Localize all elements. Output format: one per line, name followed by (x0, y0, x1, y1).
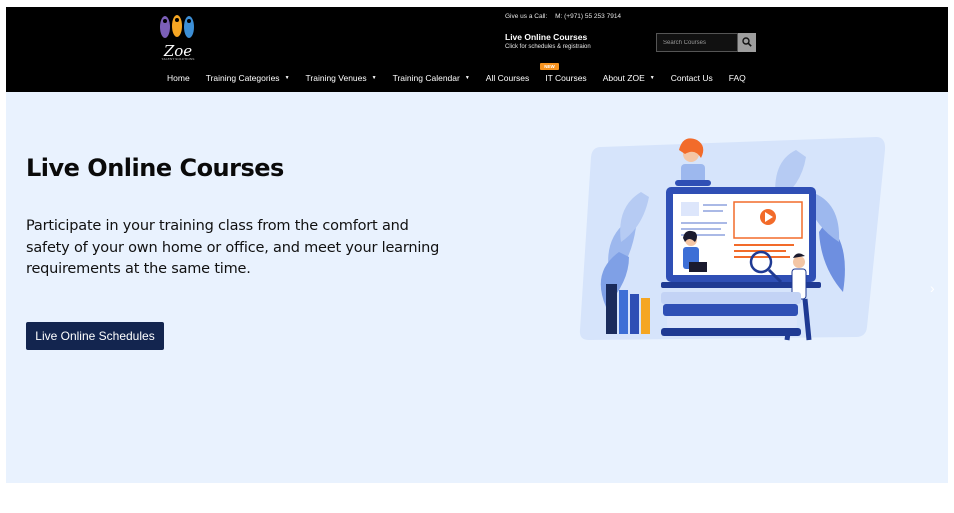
nav-all-courses[interactable]: All Courses (486, 73, 529, 83)
nav-label: Training Venues (305, 73, 367, 83)
caret-down-icon: ▼ (649, 75, 655, 81)
nav-label: Contact Us (670, 73, 713, 83)
nav-label: Home (167, 73, 190, 83)
nav-training-categories[interactable]: Training Categories ▼ (206, 73, 290, 83)
nav-training-venues[interactable]: Training Venues ▼ (306, 73, 377, 83)
search-icon (742, 35, 752, 50)
hero-description: Participate in your training class from … (26, 218, 440, 277)
nav-label: Training Calendar (392, 73, 460, 83)
nav-label: About ZOE (602, 73, 645, 83)
call-label: Give us a Call: (505, 13, 548, 20)
nav-label: All Courses (485, 73, 530, 83)
promo-title[interactable]: Live Online Courses (505, 32, 591, 42)
call-info: Give us a Call: M: (+971) 55 253 7914 (505, 13, 621, 20)
promo-subtitle[interactable]: Click for schedules & registraion (505, 44, 591, 50)
nav-label: FAQ (728, 73, 746, 83)
logo-tagline: TALENT SOLUTIONS (161, 57, 195, 61)
main-nav: Home Training Categories ▼ Training Venu… (167, 63, 762, 87)
caret-down-icon: ▼ (371, 75, 377, 81)
caret-down-icon: ▼ (284, 75, 290, 81)
page-frame: Zoe TALENT SOLUTIONS Give us a Call: M: … (6, 7, 948, 483)
hero-title: Live Online Courses (26, 154, 284, 182)
nav-about-zoe[interactable]: About ZOE ▼ (603, 73, 655, 83)
online-learning-illustration (571, 132, 889, 352)
carousel-next-icon[interactable]: › (930, 280, 935, 296)
caret-down-icon: ▼ (464, 75, 470, 81)
hero-section: Live Online Courses Participate in your … (6, 92, 948, 483)
nav-label: IT Courses (545, 73, 587, 83)
site-header: Zoe TALENT SOLUTIONS Give us a Call: M: … (6, 7, 948, 92)
phone-link[interactable]: M: (+971) 55 253 7914 (555, 13, 621, 20)
search-button[interactable] (738, 33, 756, 52)
nav-label: Training Categories (205, 73, 280, 83)
live-online-schedules-button[interactable]: Live Online Schedules (26, 322, 164, 350)
nav-training-calendar[interactable]: Training Calendar ▼ (393, 73, 470, 83)
new-badge: NEW (540, 63, 559, 70)
nav-contact-us[interactable]: Contact Us (671, 73, 713, 83)
live-online-promo[interactable]: Live Online Courses Click for schedules … (505, 32, 591, 50)
search-input[interactable] (656, 33, 738, 52)
search-bar (656, 33, 756, 52)
nav-faq[interactable]: FAQ (729, 73, 746, 83)
nav-home[interactable]: Home (167, 73, 190, 83)
nav-it-courses[interactable]: NEW IT Courses (540, 63, 587, 83)
